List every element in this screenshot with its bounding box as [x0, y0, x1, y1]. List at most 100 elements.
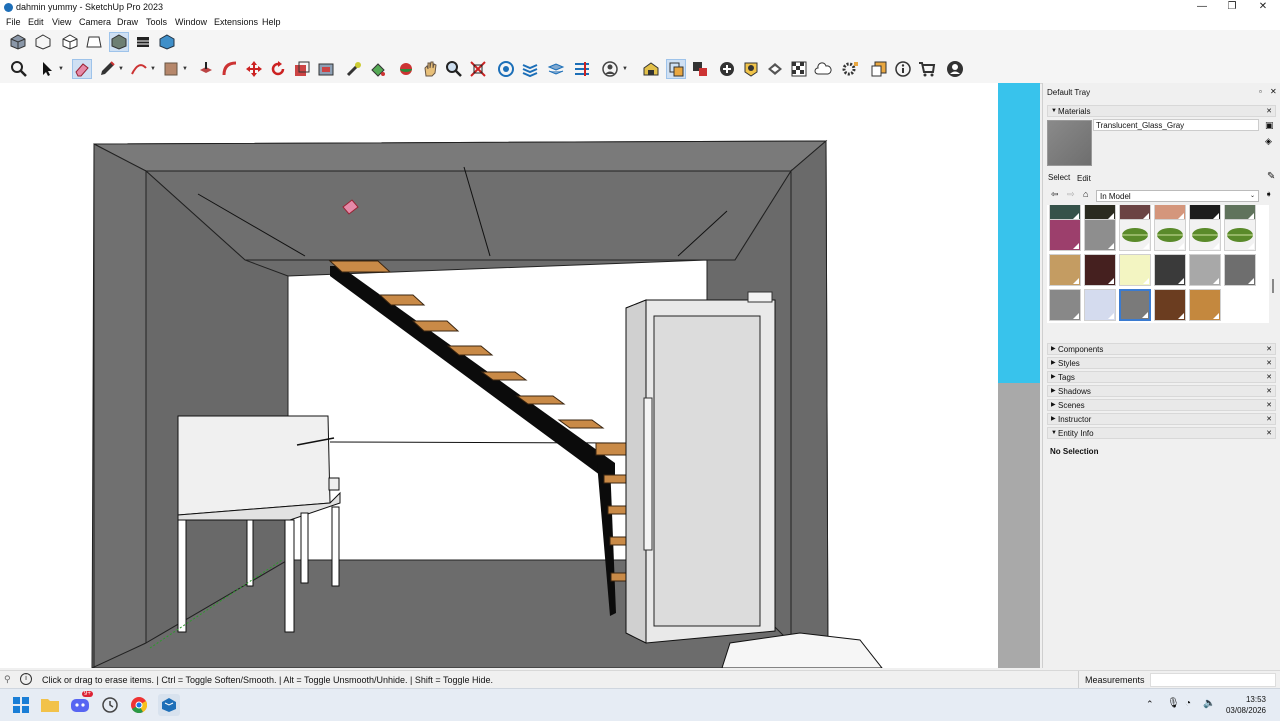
section-icon[interactable]: [496, 59, 516, 79]
material-swatch-selected[interactable]: [1119, 289, 1151, 321]
rotate-icon[interactable]: [268, 59, 288, 79]
clock-date[interactable]: 03/08/2026: [1220, 706, 1266, 715]
material-swatch[interactable]: [1119, 254, 1151, 286]
panel-close-icon[interactable]: ✕: [1266, 372, 1272, 383]
menu-extensions[interactable]: Extensions: [214, 17, 258, 27]
orbit-icon[interactable]: [396, 59, 416, 79]
zoom-icon[interactable]: [9, 59, 29, 79]
material-swatch[interactable]: [1154, 254, 1186, 286]
panel-instructor[interactable]: ▶ Instructor ✕: [1047, 413, 1276, 425]
tape-icon[interactable]: [344, 59, 364, 79]
pan-icon[interactable]: [420, 59, 440, 79]
panel-tags[interactable]: ▶ Tags ✕: [1047, 371, 1276, 383]
material-swatch[interactable]: [1084, 254, 1116, 286]
microphone-icon[interactable]: 🎙: [1167, 698, 1180, 709]
material-swatch[interactable]: [1189, 289, 1221, 321]
account-icon[interactable]: [945, 59, 965, 79]
windows-start-icon[interactable]: [10, 694, 32, 716]
profile-icon[interactable]: [600, 59, 620, 79]
chrome-icon[interactable]: [128, 694, 150, 716]
profile-dropdown-icon[interactable]: ▼: [622, 59, 628, 79]
hidden-line-icon[interactable]: [60, 32, 80, 52]
clock-app-icon[interactable]: [99, 694, 121, 716]
tab-select[interactable]: Select: [1048, 173, 1070, 182]
menu-draw[interactable]: Draw: [117, 17, 138, 27]
select-icon[interactable]: [37, 59, 57, 79]
offset-icon[interactable]: [316, 59, 336, 79]
outliner-icon[interactable]: [572, 59, 592, 79]
extension-icon[interactable]: [666, 59, 686, 79]
menu-file[interactable]: File: [6, 17, 21, 27]
home-icon[interactable]: ⌂: [1083, 189, 1088, 199]
panel-close-icon[interactable]: ✕: [1266, 428, 1272, 439]
menu-tools[interactable]: Tools: [146, 17, 167, 27]
scale-icon[interactable]: [292, 59, 312, 79]
menu-help[interactable]: Help: [262, 17, 281, 27]
restore-button[interactable]: ❐: [1217, 0, 1247, 15]
pushpull-icon[interactable]: [196, 59, 216, 79]
panel-close-icon[interactable]: ✕: [1266, 386, 1272, 397]
copy-icon[interactable]: [869, 59, 889, 79]
move-icon[interactable]: [244, 59, 264, 79]
material-sample-icon[interactable]: ◈: [1265, 136, 1272, 147]
wireframe-icon[interactable]: [33, 32, 53, 52]
warehouse-icon[interactable]: [641, 59, 661, 79]
menu-window[interactable]: Window: [175, 17, 207, 27]
file-explorer-icon[interactable]: [39, 694, 61, 716]
material-swatch-leaf[interactable]: [1224, 219, 1256, 251]
back-arrow-icon[interactable]: ⇦: [1051, 189, 1059, 200]
info-circle-icon[interactable]: i: [20, 673, 32, 685]
monochrome-icon[interactable]: [133, 32, 153, 52]
styles-icon[interactable]: [765, 59, 785, 79]
clock-time[interactable]: 13:53: [1226, 695, 1266, 704]
info-icon[interactable]: [893, 59, 913, 79]
panel-close-icon[interactable]: ✕: [1266, 400, 1272, 411]
forward-arrow-icon[interactable]: ⇨: [1067, 189, 1075, 200]
material-create-icon[interactable]: ▣: [1265, 120, 1274, 131]
collection-dropdown[interactable]: In Model ⌄: [1096, 190, 1259, 202]
menu-view[interactable]: View: [52, 17, 71, 27]
material-swatch-leaf[interactable]: [1189, 219, 1221, 251]
select-dropdown-icon[interactable]: ▼: [58, 59, 64, 79]
paint-icon[interactable]: [368, 59, 388, 79]
panel-styles[interactable]: ▶ Styles ✕: [1047, 357, 1276, 369]
material-swatch[interactable]: [1154, 289, 1186, 321]
cart-icon[interactable]: [917, 59, 937, 79]
zoom-window-icon[interactable]: [444, 59, 464, 79]
geo-location-icon[interactable]: ⚲: [4, 674, 11, 685]
model-viewport[interactable]: [0, 83, 998, 668]
menu-edit[interactable]: Edit: [28, 17, 44, 27]
material-swatch-leaf[interactable]: [1119, 219, 1151, 251]
materials-header[interactable]: ▼ Materials ✕: [1047, 105, 1276, 117]
rectangle-icon[interactable]: [161, 59, 181, 79]
add-icon[interactable]: [717, 59, 737, 79]
volume-icon[interactable]: 🔈: [1203, 698, 1215, 709]
panel-scenes[interactable]: ▶ Scenes ✕: [1047, 399, 1276, 411]
arc-icon[interactable]: [129, 59, 149, 79]
shaded-icon[interactable]: [84, 32, 104, 52]
arc-dropdown-icon[interactable]: ▼: [150, 59, 156, 79]
materials-close-icon[interactable]: ✕: [1266, 106, 1272, 117]
discord-icon[interactable]: 9+: [69, 691, 93, 716]
swatch-scrollbar[interactable]: [1272, 279, 1274, 293]
shaded-texture-icon[interactable]: [109, 32, 129, 52]
tab-edit[interactable]: Edit: [1077, 174, 1091, 183]
material-swatch[interactable]: [1084, 289, 1116, 321]
panel-close-icon[interactable]: ✕: [1266, 414, 1272, 425]
material-swatch[interactable]: [1189, 254, 1221, 286]
settings-icon[interactable]: [841, 59, 861, 79]
tags-icon[interactable]: [520, 59, 540, 79]
wifi-icon[interactable]: ◔: [1185, 698, 1191, 709]
panel-entity-info[interactable]: ▼ Entity Info ✕: [1047, 427, 1276, 439]
material-swatch[interactable]: [1049, 254, 1081, 286]
tray-restore-icon[interactable]: ▫: [1259, 87, 1262, 96]
tray-close-icon[interactable]: ✕: [1270, 87, 1277, 96]
trimble-icon[interactable]: [741, 59, 761, 79]
measurements-input[interactable]: [1150, 673, 1276, 687]
material-swatch[interactable]: [1084, 219, 1116, 251]
eraser-icon[interactable]: [72, 59, 92, 79]
eyedropper-icon[interactable]: ✎: [1267, 171, 1275, 182]
panel-close-icon[interactable]: ✕: [1266, 358, 1272, 369]
checker-icon[interactable]: [789, 59, 809, 79]
follow-me-icon[interactable]: [220, 59, 240, 79]
